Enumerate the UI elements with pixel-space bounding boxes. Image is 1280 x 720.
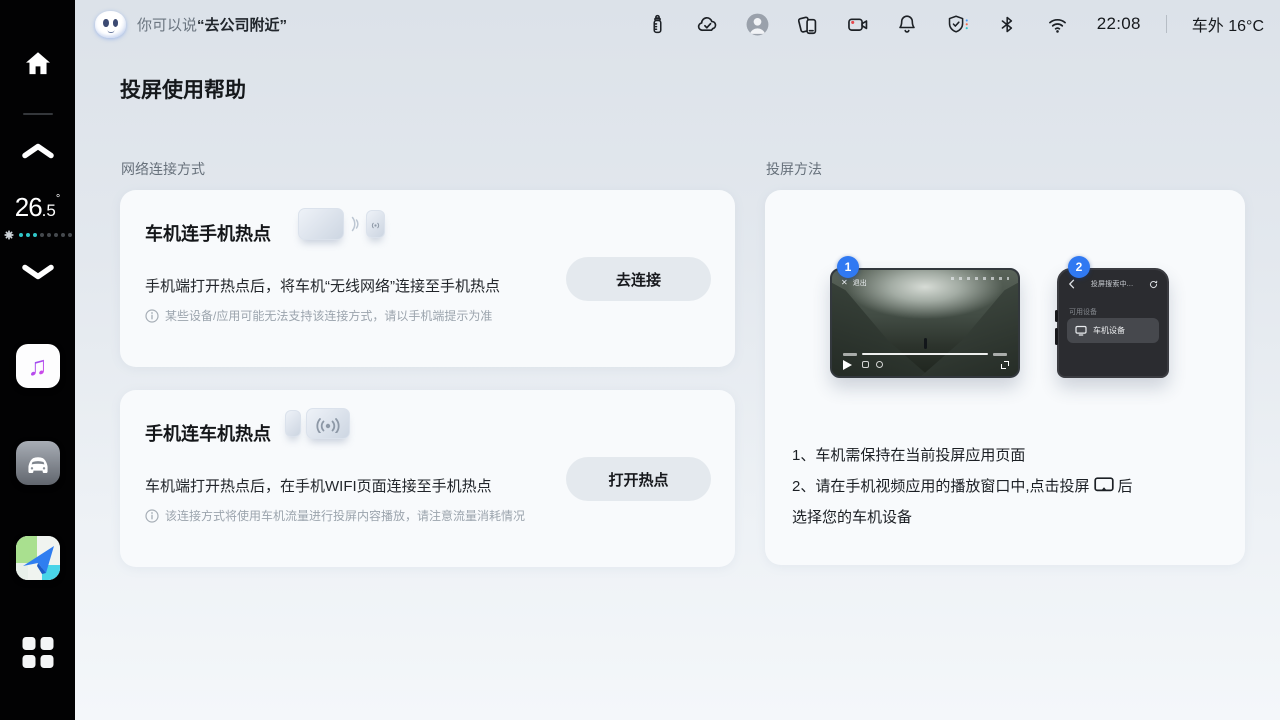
back-icon [1068,279,1075,289]
exit-label: 退出 [853,278,867,288]
cast-search-title: 投屏搜索中... [1091,279,1133,289]
card-note: 某些设备/应用可能无法支持该连接方式，请以手机端提示为准 [145,307,492,324]
home-icon [22,48,54,80]
instruction-step-2-cont: 选择您的车机设备 [792,502,1222,533]
video-time-right [993,353,1007,356]
video-progress-bar [862,353,988,355]
card-note: 该连接方式将使用车机流量进行投屏内容播放，请注意流量消耗情况 [145,507,525,524]
chevron-down-icon [21,264,55,281]
app-grid-icon [22,637,53,668]
instruction-step-2: 2、请在手机视频应用的播放窗口中,点击投屏后 [792,471,1222,502]
phone-icon [285,410,301,437]
bottle-icon[interactable] [645,12,670,37]
phone-car-hotspot-illustration [285,408,350,439]
fan-icon [4,230,14,240]
phone-cast-search-screenshot: 投屏搜索中... 可用设备 车机设备 [1057,268,1169,378]
network-section-label: 网络连接方式 [121,159,205,179]
all-apps-button[interactable] [22,637,53,668]
open-hotspot-button[interactable]: 打开热点 [566,457,711,501]
user-avatar[interactable] [745,12,770,37]
fan-speed-indicator[interactable] [0,230,75,240]
video-top-icons [951,277,1009,280]
cast-search-header: 投屏搜索中... [1059,279,1167,289]
bluetooth-icon[interactable] [995,12,1020,37]
left-dock: 26.5° ♫ [0,0,75,720]
status-bar: 22:08 车外 16°C [645,0,1264,48]
clock: 22:08 [1097,14,1141,34]
loop-icon [862,361,869,368]
close-icon: ✕ [841,279,848,287]
card-description: 手机端打开热点后，将车机“无线网络”连接至手机热点 [145,275,500,296]
cabin-temperature: 26.5° [0,192,75,223]
card-car-to-phone-hotspot: 车机连手机热点 手机端打开热点后，将车机“无线网络”连接至手机热点 某些设备/应… [120,190,735,367]
cast-icon [1094,477,1114,493]
assistant-hint: 你可以说“去公司附近” [137,14,287,35]
refresh-icon [1149,280,1158,289]
car-screen-phone-illustration [298,208,385,240]
step-badge-2: 2 [1068,256,1090,278]
video-time-left [843,353,857,356]
device-list-item: 车机设备 [1067,318,1159,343]
security-shield-icon[interactable] [945,12,970,37]
home-button[interactable] [22,48,54,80]
screen-root: 26.5° ♫ [0,0,1280,720]
music-app-icon: ♫ [16,344,60,388]
signal-waves-icon [349,214,361,234]
temp-down-button[interactable] [21,264,55,281]
fullscreen-icon [1001,361,1009,369]
assistant-avatar-icon [95,11,126,38]
step-badge-1: 1 [837,256,859,278]
device-name: 车机设备 [1093,325,1125,336]
dock-divider [23,113,53,115]
card-phone-to-car-hotspot: 手机连车机热点 车机端打开热点后，在手机WIFI页面连接至手机热点 该连接方式将… [120,390,735,567]
car-app-button[interactable] [16,441,60,485]
outside-temperature: 车外 16°C [1192,12,1264,36]
navigation-app-button[interactable] [16,536,60,580]
navigation-app-icon [16,536,60,580]
topbar-divider [1166,15,1167,33]
info-icon [145,309,159,323]
cast-instructions: 1、车机需保持在当前投屏应用页面 2、请在手机视频应用的播放窗口中,点击投屏后 … [792,440,1222,533]
display-icon [1075,325,1087,336]
page-title: 投屏使用帮助 [120,74,246,104]
cloud-check-icon[interactable] [695,12,720,37]
chevron-up-icon [21,142,55,159]
wifi-icon[interactable] [1045,12,1070,37]
car-app-icon [16,441,60,485]
info-icon [145,509,159,523]
card-description: 车机端打开热点后，在手机WIFI页面连接至手机热点 [145,475,492,496]
settings-mini-icon [876,361,883,368]
phone-video-screenshot: ✕ 退出 [830,268,1020,378]
temp-up-button[interactable] [21,142,55,159]
device-list-label: 可用设备 [1069,307,1097,317]
phone-mirror-icon[interactable] [795,12,820,37]
music-app-button[interactable]: ♫ [16,344,60,388]
method-section-label: 投屏方法 [766,159,822,179]
car-hotspot-icon [306,408,350,439]
fan-dots [19,233,72,237]
instruction-step-1: 1、车机需保持在当前投屏应用页面 [792,440,1222,471]
car-screen-icon [298,208,344,240]
play-icon [843,360,852,370]
card-cast-method: ✕ 退出 1 投屏搜索中... 可用设备 [765,190,1245,565]
notification-bell-icon[interactable] [895,12,920,37]
card-title: 车机连手机热点 [145,220,271,246]
lone-figure [924,338,927,349]
video-close-row: ✕ 退出 [841,278,867,288]
card-title: 手机连车机热点 [145,420,271,446]
voice-assistant[interactable]: 你可以说“去公司附近” [95,0,287,48]
connect-button[interactable]: 去连接 [566,257,711,301]
video-camera-icon[interactable] [845,12,870,37]
phone-hotspot-icon [366,210,385,238]
